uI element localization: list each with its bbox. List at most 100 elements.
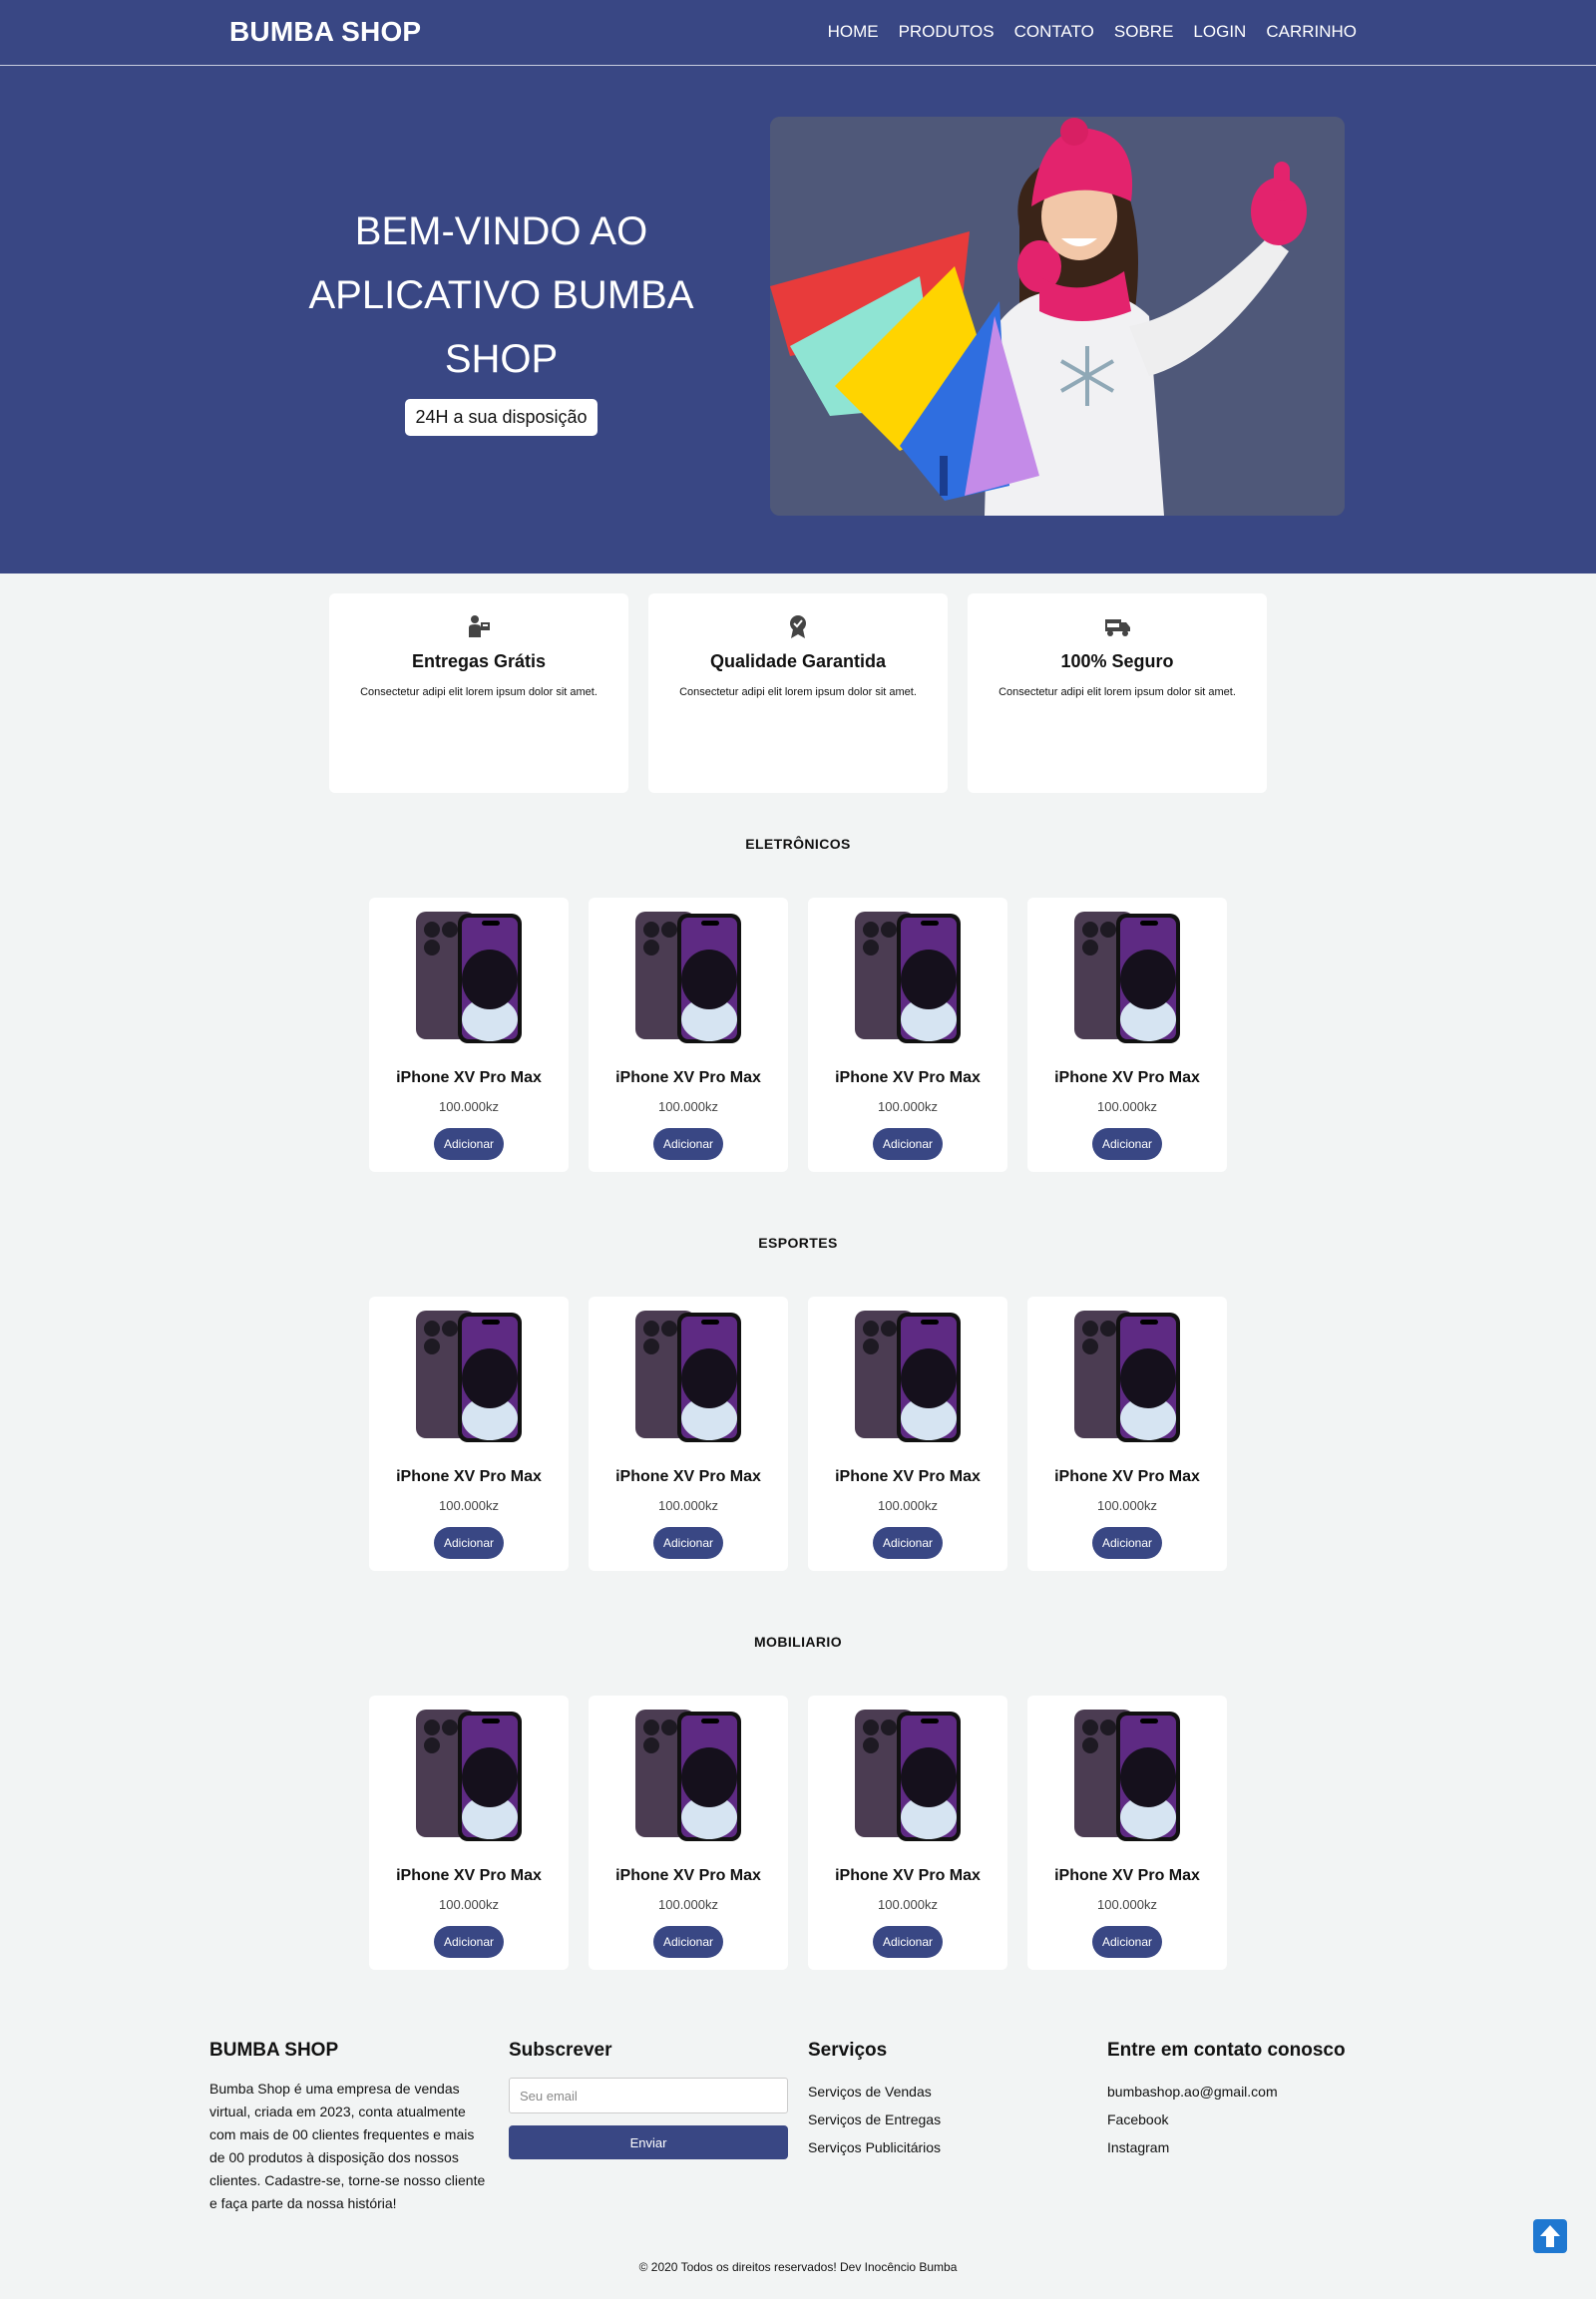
add-to-cart-button[interactable]: Adicionar bbox=[653, 1128, 723, 1160]
section-title: ELETRÔNICOS bbox=[745, 836, 851, 852]
section-title: ESPORTES bbox=[758, 1235, 838, 1251]
service-link[interactable]: Serviços de Entregas bbox=[808, 2106, 1107, 2133]
footer-contact: Entre em contato conosco bumbashop.ao@gm… bbox=[1107, 2040, 1406, 2215]
contact-list: bumbashop.ao@gmail.com Facebook Instagra… bbox=[1107, 2078, 1406, 2161]
feature-title: Qualidade Garantida bbox=[709, 651, 887, 671]
send-button[interactable]: Enviar bbox=[509, 2125, 788, 2159]
feature-card: 100% Seguro Consectetur adipi elit lorem… bbox=[968, 593, 1267, 793]
feature-text: Consectetur adipi elit lorem ipsum dolor… bbox=[360, 686, 598, 698]
hero-title-line: SHOP bbox=[444, 337, 559, 381]
product-name: iPhone XV Pro Max bbox=[396, 1867, 542, 1884]
footer-about-title: BUMBA SHOP bbox=[209, 2040, 339, 2061]
product-card: iPhone XV Pro Max 100.000kz Adicionar bbox=[369, 1297, 569, 1571]
delivery-person-icon bbox=[469, 615, 490, 637]
add-to-cart-button[interactable]: Adicionar bbox=[1092, 1128, 1162, 1160]
product-price: 100.000kz bbox=[878, 1897, 938, 1912]
iphone-image bbox=[855, 1311, 961, 1442]
service-link[interactable]: Serviços de Vendas bbox=[808, 2078, 1107, 2106]
nav-contato[interactable]: CONTATO bbox=[1014, 22, 1094, 42]
product-card: iPhone XV Pro Max 100.000kz Adicionar bbox=[1027, 1696, 1227, 1970]
contact-email-link[interactable]: bumbashop.ao@gmail.com bbox=[1107, 2078, 1406, 2106]
nav-produtos[interactable]: PRODUTOS bbox=[899, 22, 995, 42]
product-card: iPhone XV Pro Max 100.000kz Adicionar bbox=[369, 898, 569, 1172]
features-row: Entregas Grátis Consectetur adipi elit l… bbox=[329, 593, 1267, 793]
add-to-cart-button[interactable]: Adicionar bbox=[1092, 1527, 1162, 1559]
product-name: iPhone XV Pro Max bbox=[615, 1069, 761, 1086]
product-card: iPhone XV Pro Max 100.000kz Adicionar bbox=[808, 1696, 1007, 1970]
product-price: 100.000kz bbox=[1097, 1498, 1157, 1513]
product-card: iPhone XV Pro Max 100.000kz Adicionar bbox=[1027, 898, 1227, 1172]
quality-badge-icon bbox=[790, 615, 806, 638]
footer-about-text: Bumba Shop é uma empresa de vendas virtu… bbox=[209, 2081, 486, 2211]
add-to-cart-button[interactable]: Adicionar bbox=[434, 1926, 504, 1958]
add-to-cart-button[interactable]: Adicionar bbox=[873, 1128, 943, 1160]
add-to-cart-button[interactable]: Adicionar bbox=[1092, 1926, 1162, 1958]
product-row: iPhone XV Pro Max 100.000kz Adicionar iP… bbox=[369, 1297, 1227, 1571]
feature-text: Consectetur adipi elit lorem ipsum dolor… bbox=[998, 686, 1236, 698]
add-to-cart-button[interactable]: Adicionar bbox=[434, 1527, 504, 1559]
hero-header: BUMBA SHOP HOME PRODUTOS CONTATO SOBRE L… bbox=[0, 0, 1596, 574]
product-name: iPhone XV Pro Max bbox=[835, 1867, 981, 1884]
footer-services: Serviços Serviços de Vendas Serviços de … bbox=[808, 2040, 1107, 2215]
add-to-cart-button[interactable]: Adicionar bbox=[873, 1527, 943, 1559]
contact-instagram-link[interactable]: Instagram bbox=[1107, 2133, 1406, 2161]
footer-contact-title: Entre em contato conosco bbox=[1107, 2040, 1346, 2061]
footer-subscribe: Subscrever Seu email Enviar bbox=[509, 2040, 808, 2215]
service-link[interactable]: Serviços Publicitários bbox=[808, 2133, 1107, 2161]
product-price: 100.000kz bbox=[439, 1099, 499, 1114]
product-card: iPhone XV Pro Max 100.000kz Adicionar bbox=[369, 1696, 569, 1970]
product-price: 100.000kz bbox=[658, 1897, 718, 1912]
product-row: iPhone XV Pro Max 100.000kz Adicionar iP… bbox=[369, 898, 1227, 1172]
copyright: © 2020 Todos os direitos reservados! Dev… bbox=[638, 2260, 958, 2274]
nav-home[interactable]: HOME bbox=[828, 22, 879, 42]
iphone-image bbox=[855, 912, 961, 1043]
product-card: iPhone XV Pro Max 100.000kz Adicionar bbox=[808, 1297, 1007, 1571]
email-field[interactable]: Seu email bbox=[509, 2078, 788, 2113]
product-price: 100.000kz bbox=[439, 1498, 499, 1513]
main-nav: HOME PRODUTOS CONTATO SOBRE LOGIN CARRIN… bbox=[828, 22, 1357, 42]
hero-title: BEM-VINDO AO APLICATIVO BUMBA SHOP bbox=[279, 199, 723, 391]
iphone-image bbox=[416, 912, 522, 1043]
product-name: iPhone XV Pro Max bbox=[835, 1069, 981, 1086]
product-name: iPhone XV Pro Max bbox=[1054, 1867, 1200, 1884]
product-row: iPhone XV Pro Max 100.000kz Adicionar iP… bbox=[369, 1696, 1227, 1970]
hero-title-line: BEM-VINDO AO bbox=[354, 209, 648, 253]
nav-carrinho[interactable]: CARRINHO bbox=[1266, 22, 1357, 42]
footer: BUMBA SHOP Bumba Shop é uma empresa de v… bbox=[209, 2040, 1406, 2215]
iphone-image bbox=[855, 1710, 961, 1841]
contact-facebook-link[interactable]: Facebook bbox=[1107, 2106, 1406, 2133]
iphone-image bbox=[635, 1311, 741, 1442]
iphone-image bbox=[1074, 1710, 1180, 1841]
add-to-cart-button[interactable]: Adicionar bbox=[434, 1128, 504, 1160]
iphone-image bbox=[635, 912, 741, 1043]
brand-logo[interactable]: BUMBA SHOP bbox=[229, 16, 421, 48]
hero-image bbox=[770, 117, 1345, 516]
product-card: iPhone XV Pro Max 100.000kz Adicionar bbox=[1027, 1297, 1227, 1571]
product-price: 100.000kz bbox=[878, 1498, 938, 1513]
arrow-up-icon bbox=[1540, 2225, 1560, 2247]
product-card: iPhone XV Pro Max 100.000kz Adicionar bbox=[589, 1297, 788, 1571]
navbar: BUMBA SHOP HOME PRODUTOS CONTATO SOBRE L… bbox=[0, 0, 1596, 66]
product-name: iPhone XV Pro Max bbox=[835, 1468, 981, 1485]
feature-title: 100% Seguro bbox=[1060, 651, 1174, 671]
product-name: iPhone XV Pro Max bbox=[615, 1867, 761, 1884]
product-name: iPhone XV Pro Max bbox=[396, 1069, 542, 1086]
add-to-cart-button[interactable]: Adicionar bbox=[873, 1926, 943, 1958]
feature-text: Consectetur adipi elit lorem ipsum dolor… bbox=[679, 686, 917, 698]
product-card: iPhone XV Pro Max 100.000kz Adicionar bbox=[589, 898, 788, 1172]
footer-about: BUMBA SHOP Bumba Shop é uma empresa de v… bbox=[209, 2040, 509, 2215]
add-to-cart-button[interactable]: Adicionar bbox=[653, 1527, 723, 1559]
iphone-image bbox=[416, 1311, 522, 1442]
nav-sobre[interactable]: SOBRE bbox=[1114, 22, 1174, 42]
footer-services-title: Serviços bbox=[808, 2040, 888, 2061]
add-to-cart-button[interactable]: Adicionar bbox=[653, 1926, 723, 1958]
product-name: iPhone XV Pro Max bbox=[1054, 1468, 1200, 1485]
iphone-image bbox=[635, 1710, 741, 1841]
product-price: 100.000kz bbox=[658, 1498, 718, 1513]
iphone-image bbox=[1074, 912, 1180, 1043]
product-card: iPhone XV Pro Max 100.000kz Adicionar bbox=[589, 1696, 788, 1970]
scroll-to-top-button[interactable] bbox=[1533, 2219, 1567, 2253]
feature-card: Qualidade Garantida Consectetur adipi el… bbox=[648, 593, 948, 793]
product-price: 100.000kz bbox=[878, 1099, 938, 1114]
nav-login[interactable]: LOGIN bbox=[1193, 22, 1246, 42]
